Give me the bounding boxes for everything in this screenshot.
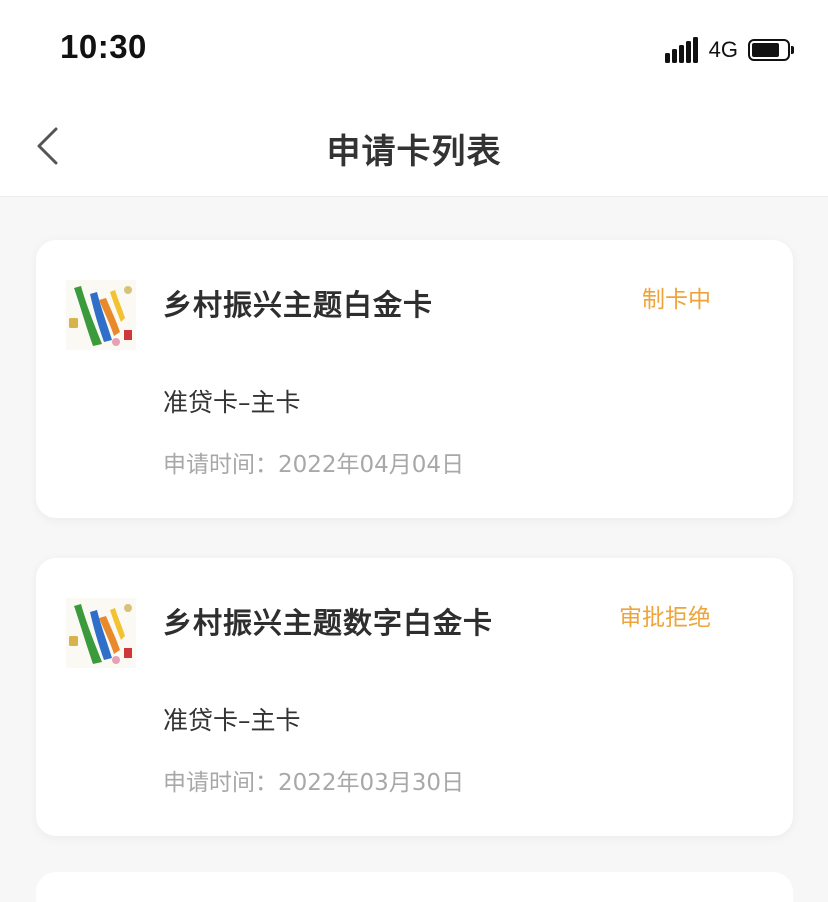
card-type: 准贷卡–主卡 [163, 706, 301, 735]
card-name: 乡村振兴主题数字白金卡 [163, 606, 494, 640]
application-card[interactable]: 乡村振兴主题白金卡 制卡中 准贷卡–主卡 申请时间：2022年04月04日 [36, 240, 793, 518]
signal-icon [664, 37, 699, 63]
application-date: 申请时间：2022年04月04日 [163, 452, 465, 478]
card-name: 乡村振兴主题白金卡 [163, 288, 434, 322]
status-badge: 制卡中 [642, 287, 711, 313]
application-card-partial[interactable] [36, 872, 793, 902]
nav-bar: 申请卡列表 [0, 96, 828, 197]
page-title: 申请卡列表 [326, 132, 502, 172]
status-bar: 10:30 4G [0, 0, 828, 96]
application-date: 申请时间：2022年03月30日 [163, 770, 465, 796]
network-label: 4G [708, 37, 738, 62]
card-type: 准贷卡–主卡 [163, 388, 301, 417]
credit-card-image [66, 280, 136, 350]
status-time: 10:30 [60, 28, 147, 65]
battery-icon [748, 39, 794, 61]
application-card[interactable]: 乡村振兴主题数字白金卡 审批拒绝 准贷卡–主卡 申请时间：2022年03月30日 [36, 558, 793, 836]
status-badge: 审批拒绝 [619, 605, 711, 631]
status-indicators: 4G [664, 36, 794, 64]
credit-card-image [66, 598, 136, 668]
